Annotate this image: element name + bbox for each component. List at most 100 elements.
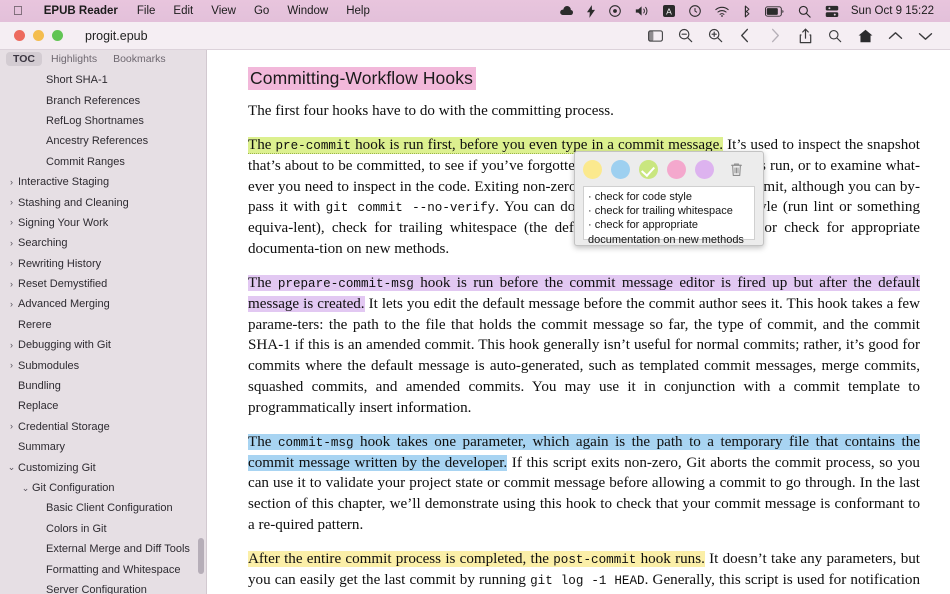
sidebar-item-replace[interactable]: Replace [0,396,206,416]
sidebar-item-credential-storage[interactable]: › Credential Storage [0,417,206,437]
sidebar-item-bundling[interactable]: Bundling [0,376,206,396]
a-keyboard-icon[interactable]: A [656,5,682,17]
wifi-icon[interactable] [708,6,736,17]
chevron-down-icon[interactable]: ⌄ [20,483,31,493]
forward-icon[interactable] [760,23,790,49]
sidebar-item-advanced-merging[interactable]: › Advanced Merging [0,294,206,314]
sidebar-item-stashing-and-cleaning[interactable]: › Stashing and Cleaning [0,192,206,212]
sidebar-item-ancestry-references[interactable]: Ancestry References [0,131,206,151]
tab-highlights[interactable]: Highlights [44,52,104,66]
highlight-color-blue[interactable] [611,159,630,179]
search-icon[interactable] [820,23,850,49]
record-icon[interactable] [602,5,628,17]
menu-window[interactable]: Window [278,5,337,17]
sidebar-item-commit-ranges[interactable]: Commit Ranges [0,152,206,172]
sidebar-item-summary[interactable]: Summary [0,437,206,457]
note-line: documentation on new methods [588,233,744,246]
bluetooth-icon[interactable] [736,5,758,18]
sidebar-scrollbar-thumb[interactable] [198,538,204,574]
sidebar-item-server-configuration[interactable]: Server Configuration [0,580,206,594]
menubar-clock[interactable]: Sun Oct 9 15:22 [846,5,942,17]
volume-icon[interactable] [628,5,656,17]
control-center-icon[interactable] [818,5,846,18]
search-icon[interactable] [791,5,818,18]
sidebar-item-rewriting-history[interactable]: › Rewriting History [0,254,206,274]
sidebar-item-submodules[interactable]: › Submodules [0,355,206,375]
highlight-color-green[interactable] [639,159,658,179]
sidebar-item-label: Credential Storage [18,420,110,433]
document-title: progit.epub [85,28,148,43]
sidebar-item-label: Bundling [18,380,61,393]
sidebar-item-customizing-git[interactable]: ⌄ Customizing Git [0,457,206,477]
sidebar-toggle-icon[interactable] [640,23,670,49]
sidebar-item-label: Summary [18,441,66,454]
sidebar-item-short-sha-1[interactable]: Short SHA-1 [0,70,206,90]
sidebar-item-external-merge-and-diff-tools[interactable]: External Merge and Diff Tools [0,539,206,559]
home-icon[interactable] [850,23,880,49]
tab-bookmarks[interactable]: Bookmarks [106,52,173,66]
chevron-right-icon[interactable]: › [6,198,17,207]
chevron-right-icon[interactable]: › [6,279,17,289]
highlight-color-pink[interactable] [667,159,686,179]
sidebar-item-reflog-shortnames[interactable]: RefLog Shortnames [0,111,206,131]
annotation-note-text[interactable]: · check for code style · check for traili… [583,186,755,246]
sidebar-item-rerere[interactable]: Rerere [0,315,206,335]
chevron-right-icon[interactable]: › [6,177,17,187]
chevron-down-icon[interactable]: ⌄ [6,463,17,472]
annotation-popup[interactable]: · check for code style · check for traili… [574,151,764,246]
sidebar-item-debugging-with-git[interactable]: › Debugging with Git [0,335,206,355]
sidebar-item-signing-your-work[interactable]: › Signing Your Work [0,213,206,233]
menu-view[interactable]: View [202,5,245,17]
paragraph-post-commit: After the entire commit process is compl… [248,550,920,594]
share-icon[interactable] [790,23,820,49]
chevron-right-icon[interactable]: › [6,361,17,370]
menu-edit[interactable]: Edit [164,5,202,17]
sidebar-item-branch-references[interactable]: Branch References [0,90,206,110]
zoom-in-icon[interactable] [700,23,730,49]
toc-list: Short SHA-1 Branch References RefLog Short… [0,68,206,594]
highlight-yellow[interactable]: After the entire commit process is compl… [248,550,705,567]
clock-icon[interactable] [682,5,708,17]
trash-icon[interactable] [727,160,745,179]
sidebar-item-label: Commit Ranges [46,155,125,168]
note-line: · check for trailing whitespace [588,205,733,218]
highlight-color-purple[interactable] [695,159,714,179]
highlight-color-yellow[interactable] [583,159,602,179]
bolt-icon[interactable] [580,4,602,18]
sidebar-item-basic-client-configuration[interactable]: Basic Client Configuration [0,498,206,518]
chevron-down-icon[interactable] [910,23,940,49]
apple-logo-icon[interactable]:  [0,4,34,17]
sidebar-item-reset-demystified[interactable]: › Reset Demystified [0,274,206,294]
menu-go[interactable]: Go [245,5,278,17]
back-icon[interactable] [730,23,760,49]
sidebar-item-formatting-and-whitespace[interactable]: Formatting and Whitespace [0,559,206,579]
chevron-up-icon[interactable] [880,23,910,49]
highlight-color-swatches [583,158,755,180]
heading-highlight[interactable]: Committing-Workflow Hooks [248,67,476,90]
chevron-right-icon[interactable]: › [6,238,17,248]
inline-code: post-commit [553,552,637,567]
chevron-right-icon[interactable]: › [6,218,17,227]
sidebar-item-label: Interactive Staging [18,176,110,189]
chevron-right-icon[interactable]: › [6,259,17,268]
sidebar-item-interactive-staging[interactable]: › Interactive Staging [0,172,206,192]
menu-app-name[interactable]: EPUB Reader [34,5,128,17]
sidebar-item-colors-in-git[interactable]: Colors in Git [0,519,206,539]
chevron-right-icon[interactable]: › [6,340,17,350]
menu-help[interactable]: Help [337,5,379,17]
battery-icon[interactable] [758,5,791,17]
zoom-out-icon[interactable] [670,23,700,49]
sidebar-item-label: Ancestry References [46,135,149,148]
sidebar-item-git-configuration[interactable]: ⌄ Git Configuration [0,478,206,498]
sidebar-item-label: Rerere [18,318,52,331]
close-button[interactable] [14,30,25,41]
menu-file[interactable]: File [128,5,165,17]
cloud-icon[interactable] [553,6,580,16]
chevron-right-icon[interactable]: › [6,422,17,431]
minimize-button[interactable] [33,30,44,41]
tab-toc[interactable]: TOC [6,52,42,66]
chevron-right-icon[interactable]: › [6,299,17,309]
maximize-button[interactable] [52,30,63,41]
sidebar-item-searching[interactable]: › Searching [0,233,206,253]
inline-code: git log -1 HEAD [530,573,645,588]
